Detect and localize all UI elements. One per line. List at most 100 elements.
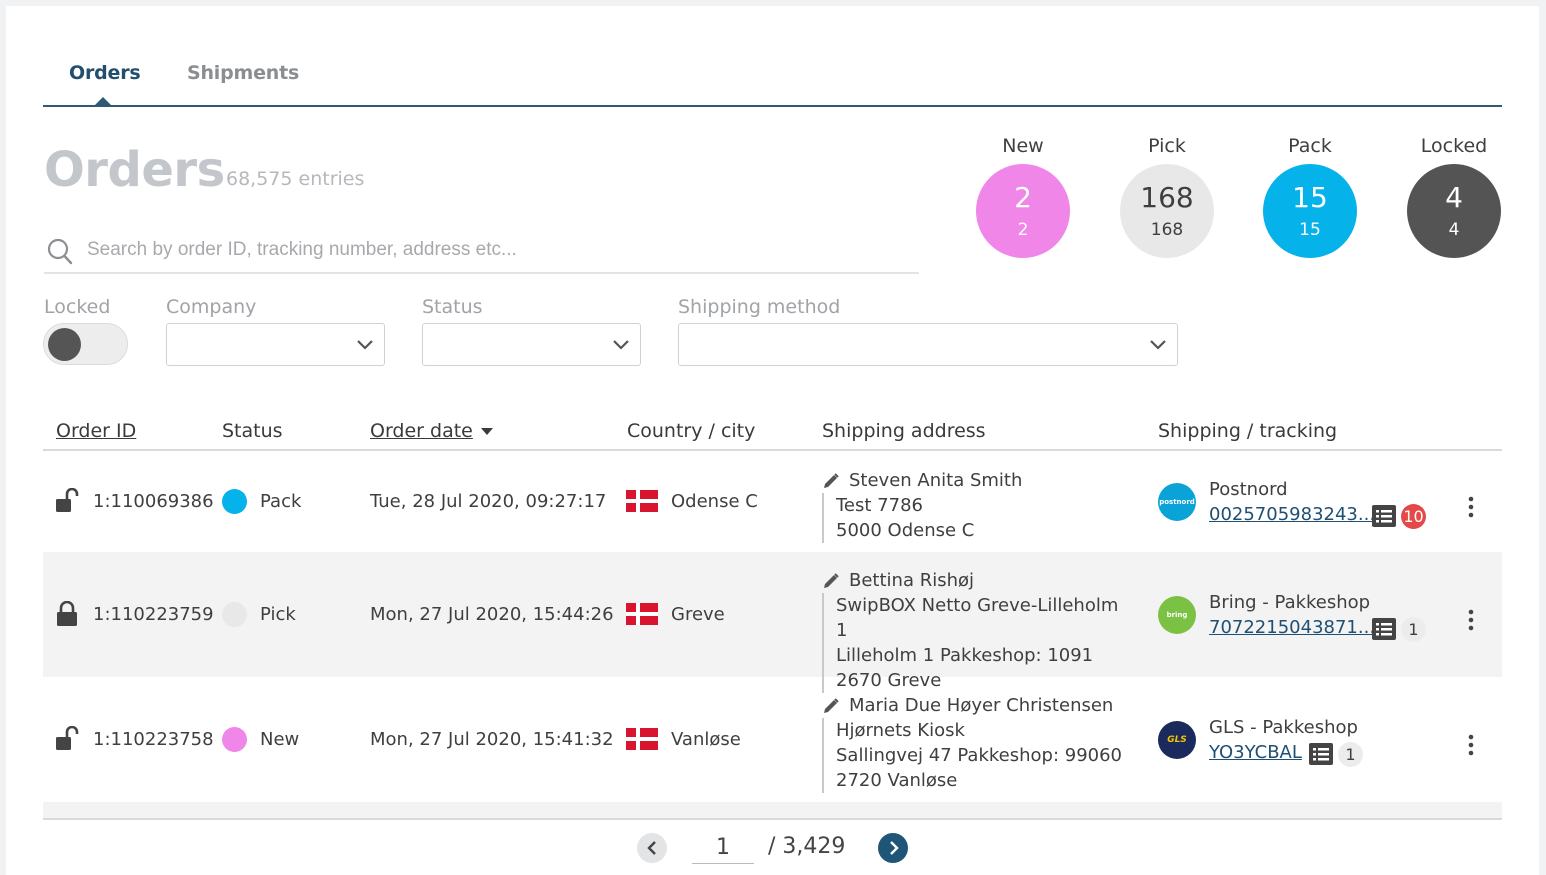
gls-logo-icon: GLS [1158,721,1196,759]
status-text: New [260,729,300,750]
address-line: Lilleholm 1 Pakkeshop: 1091 [836,645,1094,666]
city: Vanløse [671,729,741,750]
search-input[interactable] [87,236,907,264]
stat-pick: Pick 168 168 [1119,136,1215,258]
stat-locked-label: Locked [1420,135,1488,157]
company-select[interactable] [166,323,385,366]
tracking-link[interactable]: YO3YCBAL [1209,742,1302,763]
header-order-date[interactable]: Order date [370,420,473,442]
city: Greve [671,604,725,625]
page-title: Orders [44,142,225,198]
postnord-logo-icon: postnord [1158,483,1196,521]
table-row[interactable] [43,802,1502,818]
status-dot [222,489,247,514]
recipient-name: Maria Due Høyer Christensen [849,695,1114,716]
unlock-icon[interactable] [55,726,79,752]
recipient-name: Steven Anita Smith [849,470,1023,491]
stat-locked-count: 4 [1445,181,1463,214]
shipping-address: Maria Due Høyer Christensen Hjørnets Kio… [822,693,1132,793]
unlock-icon[interactable] [55,488,79,514]
chevron-right-icon [890,841,899,855]
address-line: Sallingvej 47 Pakkeshop: 99060 [836,745,1122,766]
address-line: SwipBOX Netto Greve-Lilleholm 1 [836,595,1119,641]
list-icon[interactable] [1372,618,1396,640]
stat-pick-count: 168 [1140,181,1194,214]
chevron-down-icon [357,340,373,350]
stat-pick-label: Pick [1148,135,1186,157]
recipient-name: Bettina Rishøj [849,570,975,591]
stat-pack-circle[interactable]: 15 15 [1263,164,1357,258]
page-number-input[interactable] [692,832,754,864]
status-dot [222,727,247,752]
chevron-down-icon [613,340,629,350]
shipping-address: Steven Anita Smith Test 7786 5000 Odense… [822,468,1132,543]
pencil-icon[interactable] [822,572,840,590]
address-line: 5000 Odense C [836,520,975,541]
tracking-link[interactable]: 7072215043871... [1209,617,1375,638]
search-icon[interactable] [47,238,73,266]
tab-shipments[interactable]: Shipments [187,62,299,84]
bring-logo-icon: bring [1158,596,1196,634]
search-bar [44,230,919,274]
chevron-down-icon [1150,340,1166,350]
stat-new-subcount: 2 [1017,220,1029,240]
entries-count: 68,575 entries [226,168,365,190]
list-icon[interactable] [1372,505,1396,527]
stat-locked: Locked 4 4 [1406,136,1502,258]
header-divider [43,449,1502,451]
table-bottom-divider [43,818,1502,820]
city: Odense C [671,491,758,512]
pencil-icon[interactable] [822,472,840,490]
tracking-link[interactable]: 0025705983243... [1209,504,1375,525]
kebab-menu-icon[interactable] [1463,734,1479,756]
status-select[interactable] [422,323,641,366]
locked-filter-label: Locked [44,296,111,318]
lock-icon[interactable] [55,601,79,627]
order-date: Tue, 28 Jul 2020, 09:27:17 [370,491,607,512]
sort-desc-icon [480,428,493,435]
toggle-knob [48,328,81,361]
header-shipping-address: Shipping address [822,420,986,442]
tab-bar: Orders Shipments [43,6,1502,107]
address-line: 2720 Vanløse [836,770,958,791]
active-tab-indicator [93,97,113,107]
table-row[interactable]: 1:110223758 New Mon, 27 Jul 2020, 15:41:… [43,677,1502,802]
pencil-icon[interactable] [822,697,840,715]
stat-new-label: New [1002,135,1044,157]
item-count-badge: 1 [1401,617,1426,642]
kebab-menu-icon[interactable] [1463,496,1479,518]
stat-new-circle[interactable]: 2 2 [976,164,1070,258]
orders-page: Orders Shipments Orders 68,575 entries N… [6,6,1539,875]
denmark-flag-icon [626,728,658,750]
list-icon[interactable] [1309,743,1333,765]
header-status: Status [222,420,283,442]
address-line: Test 7786 [836,495,923,516]
stat-locked-circle[interactable]: 4 4 [1407,164,1501,258]
order-id: 1:110069386 [93,491,214,512]
table-row[interactable]: 1:110069386 Pack Tue, 28 Jul 2020, 09:27… [43,452,1502,552]
shipping-method-filter-label: Shipping method [678,296,841,318]
header-order-date-wrap[interactable]: Order date [370,420,493,442]
carrier-name: GLS - Pakkeshop [1209,717,1358,738]
order-id: 1:110223758 [93,729,214,750]
order-date: Mon, 27 Jul 2020, 15:44:26 [370,604,614,625]
carrier-name: Bring - Pakkeshop [1209,592,1371,613]
page-total: / 3,429 [768,834,846,859]
next-page-button[interactable] [878,833,908,863]
kebab-menu-icon[interactable] [1463,609,1479,631]
stat-locked-subcount: 4 [1448,220,1460,240]
table-row[interactable]: 1:110223759 Pick Mon, 27 Jul 2020, 15:44… [43,552,1502,693]
previous-page-button[interactable] [637,833,667,863]
stat-pack-label: Pack [1288,135,1332,157]
stat-new-count: 2 [1014,181,1032,214]
locked-toggle[interactable] [43,323,128,365]
status-filter-label: Status [422,296,483,318]
stat-pick-subcount: 168 [1150,220,1184,240]
header-order-id[interactable]: Order ID [56,420,136,442]
tab-orders[interactable]: Orders [69,62,141,84]
stat-pack: Pack 15 15 [1262,136,1358,258]
header-shipping-tracking: Shipping / tracking [1158,420,1338,442]
stat-pick-circle[interactable]: 168 168 [1120,164,1214,258]
shipping-method-select[interactable] [678,323,1178,366]
stat-new: New 2 2 [975,136,1071,258]
